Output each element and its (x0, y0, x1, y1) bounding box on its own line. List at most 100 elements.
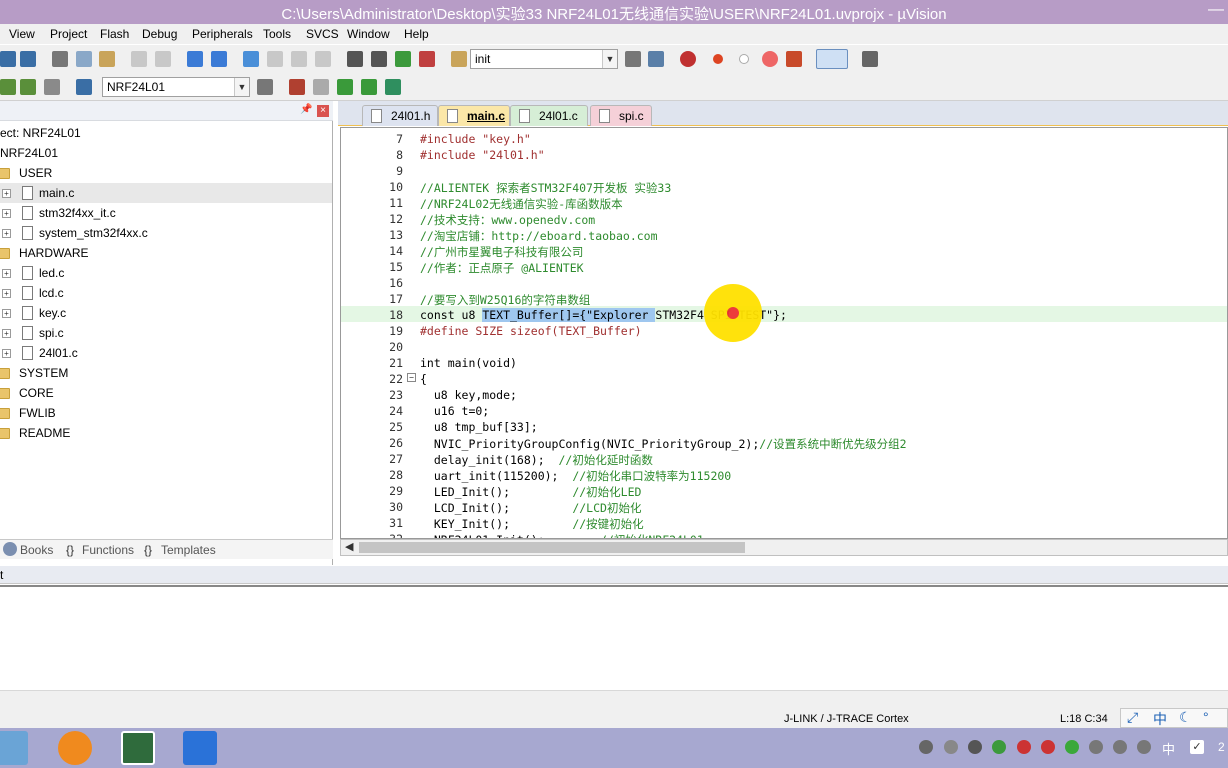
code-line[interactable]: 27 delay_init(168); //初始化延时函数 (341, 450, 1227, 467)
collapse-icon[interactable]: − (407, 373, 416, 382)
tree-group-hardware[interactable]: HARDWARE (0, 243, 332, 263)
debug-session-icon[interactable] (680, 51, 696, 67)
code-line[interactable]: 22−{ (341, 370, 1227, 386)
ime-settings-icon[interactable]: ⤢ (1127, 709, 1138, 726)
minimize-icon[interactable]: — (1208, 1, 1224, 19)
usb-icon[interactable] (968, 740, 982, 754)
navigate-back-icon[interactable] (187, 51, 203, 67)
ime-mode[interactable]: 中 (1153, 709, 1167, 729)
clear-bookmarks-icon[interactable] (315, 51, 331, 67)
code-line[interactable]: 10//ALIENTEK 探索者STM32F407开发板 实验33 (341, 178, 1227, 195)
code-line[interactable]: 23 u8 key,mode; (341, 386, 1227, 402)
tree-file[interactable]: + system_stm32f4xx.c (0, 223, 332, 243)
code-line[interactable]: 28 uart_init(115200); //初始化串口波特率为115200 (341, 466, 1227, 483)
expand-icon[interactable]: + (2, 289, 11, 298)
package-icon[interactable] (944, 740, 958, 754)
tab-functions[interactable]: Functions (82, 543, 134, 557)
menu-debug[interactable]: Debug (142, 27, 177, 41)
code-line[interactable]: 11//NRF24L02无线通信实验-库函数版本 (341, 194, 1227, 211)
code-line[interactable]: 26 NVIC_PriorityGroupConfig(NVIC_Priorit… (341, 434, 1227, 451)
media-player-icon[interactable] (58, 731, 92, 765)
incremental-find-icon[interactable] (648, 51, 664, 67)
find-combo[interactable]: init ▼ (470, 49, 618, 69)
paste-icon[interactable] (99, 51, 115, 67)
wifi-off-icon[interactable] (1041, 740, 1055, 754)
code-line[interactable]: 32 NRF24L01_Init(); //初始化NRF24L01 (341, 530, 1227, 538)
menu-view[interactable]: View (9, 27, 35, 41)
tab-24l01-c[interactable]: 24l01.c (510, 105, 588, 126)
tree-target[interactable]: NRF24L01 (0, 143, 332, 163)
network-icon[interactable] (919, 740, 933, 754)
code-line[interactable]: 13//淘宝店铺：http://eboard.taobao.com (341, 226, 1227, 243)
action-center-icon[interactable]: ✓ (1190, 740, 1204, 754)
code-line[interactable]: 8 #include "24l01.h" (341, 146, 1227, 162)
multi-project-icon[interactable] (313, 79, 329, 95)
save-all-icon[interactable] (20, 51, 36, 67)
tree-project-root[interactable]: ect: NRF24L01 (0, 123, 332, 143)
rebuild-icon[interactable] (44, 79, 60, 95)
tree-file[interactable]: + stm32f4xx_it.c (0, 203, 332, 223)
build-icon[interactable] (20, 79, 36, 95)
copy-icon[interactable] (76, 51, 92, 67)
tab-templates[interactable]: Templates (161, 543, 216, 557)
volume-icon[interactable] (1089, 740, 1103, 754)
wps-writer-icon[interactable] (183, 731, 217, 765)
tree-file[interactable]: + 24l01.c (0, 343, 332, 363)
expand-icon[interactable]: + (2, 349, 11, 358)
kill-breakpoints-icon[interactable] (786, 51, 802, 67)
pin-icon[interactable]: 📌 (300, 104, 312, 115)
code-line[interactable]: 31 KEY_Init(); //按键初始化 (341, 514, 1227, 531)
close-icon[interactable]: × (317, 105, 329, 117)
code-line[interactable]: 25 u8 tmp_buf[33]; (341, 418, 1227, 434)
tree-group-system[interactable]: SYSTEM (0, 363, 332, 383)
indent-icon[interactable] (347, 51, 363, 67)
redo-icon[interactable] (155, 51, 171, 67)
code-line[interactable]: 9 (341, 162, 1227, 178)
menu-svcs[interactable]: SVCS (306, 27, 339, 41)
tree-file-main-c[interactable]: + main.c (0, 183, 332, 203)
code-line[interactable]: 18 const u8 TEXT_Buffer[]={"Explorer STM3… (341, 306, 1227, 322)
menu-tools[interactable]: Tools (263, 27, 291, 41)
find-icon[interactable] (625, 51, 641, 67)
prev-bookmark-icon[interactable] (267, 51, 283, 67)
window-layout-icon[interactable] (816, 49, 848, 69)
code-line[interactable]: 17//要写入到W25Q16的字符串数组 (341, 290, 1227, 307)
translate-icon[interactable] (0, 79, 16, 95)
enable-breakpoint-icon[interactable] (739, 54, 749, 64)
cut-icon[interactable] (52, 51, 68, 67)
menu-peripherals[interactable]: Peripherals (192, 27, 253, 41)
tab-books[interactable]: Books (20, 543, 53, 557)
tree-group-readme[interactable]: README (0, 423, 332, 443)
disable-breakpoints-icon[interactable] (762, 51, 778, 67)
tab-spi-c[interactable]: spi.c (590, 105, 652, 126)
code-line[interactable]: 24 u16 t=0; (341, 402, 1227, 418)
target-combo[interactable]: NRF24L01 ▼ (102, 77, 250, 97)
manage-project-items-icon[interactable] (289, 79, 305, 95)
tray-language[interactable]: 中 (1162, 739, 1175, 758)
insert-breakpoint-icon[interactable] (713, 54, 723, 64)
navigate-forward-icon[interactable] (211, 51, 227, 67)
shield-icon[interactable] (992, 740, 1006, 754)
manage-rte-icon[interactable] (385, 79, 401, 95)
expand-icon[interactable]: + (2, 209, 11, 218)
network-error-icon[interactable] (1017, 740, 1031, 754)
tree-group-user[interactable]: USER (0, 163, 332, 183)
expand-icon[interactable]: + (2, 189, 11, 198)
expand-icon[interactable]: + (2, 329, 11, 338)
expand-icon[interactable]: + (2, 269, 11, 278)
tree-file[interactable]: + led.c (0, 263, 332, 283)
unindent-icon[interactable] (371, 51, 387, 67)
file-explorer-icon[interactable] (0, 731, 28, 765)
tree-file[interactable]: + key.c (0, 303, 332, 323)
bookmark-icon[interactable] (243, 51, 259, 67)
scroll-left-icon[interactable]: ◀ (345, 540, 353, 553)
pack-installer-icon[interactable] (337, 79, 353, 95)
link-icon[interactable] (1113, 740, 1127, 754)
build-output-area[interactable] (0, 585, 1228, 690)
comment-icon[interactable] (395, 51, 411, 67)
keil-uvision-icon[interactable] (121, 731, 155, 765)
code-line[interactable]: 14//广州市星翼电子科技有限公司 (341, 242, 1227, 259)
code-line[interactable]: 20 (341, 338, 1227, 354)
tab-24l01-h[interactable]: 24l01.h (362, 105, 438, 126)
tab-main-c[interactable]: main.c (438, 105, 510, 126)
